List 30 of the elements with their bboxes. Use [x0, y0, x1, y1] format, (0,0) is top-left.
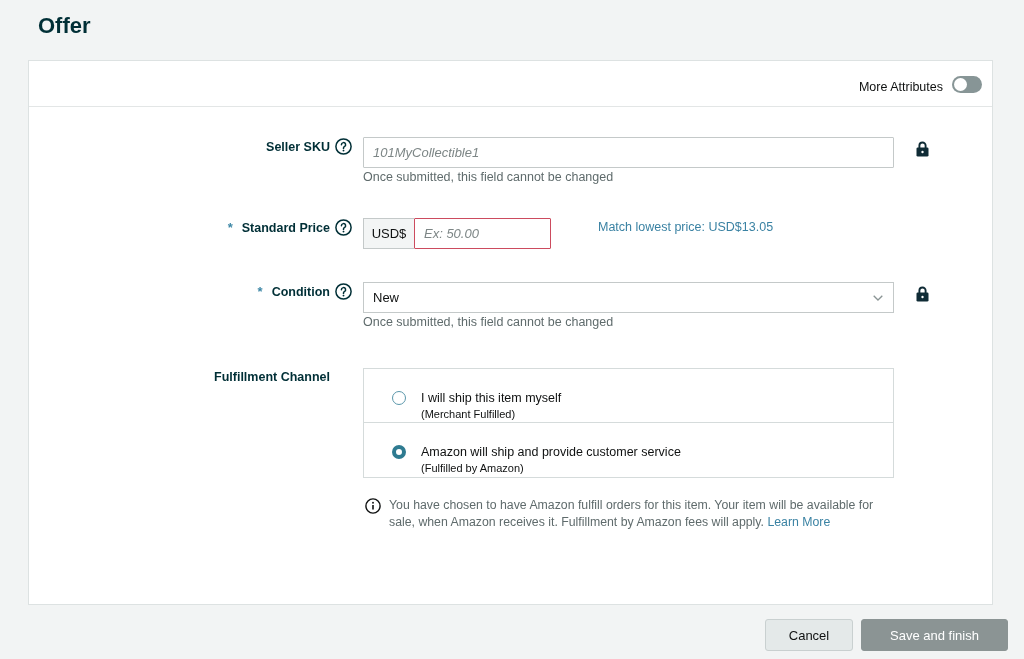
field-note: Once submitted, this field cannot be changed — [363, 169, 614, 185]
info-icon — [365, 498, 381, 514]
currency-prefix: USD$ — [363, 218, 414, 249]
field-label: Condition — [271, 283, 330, 300]
more-attributes-toggle[interactable] — [952, 76, 982, 93]
toggle-label: More Attributes — [858, 79, 943, 94]
field-note: Once submitted, this field cannot be changed — [363, 314, 614, 330]
required-mark: * — [227, 220, 233, 235]
price-input[interactable]: Ex: 50.00 — [414, 218, 551, 249]
help-icon[interactable] — [335, 283, 352, 300]
field-label: Seller SKU — [266, 138, 330, 155]
help-icon[interactable] — [335, 138, 352, 155]
page-title: Offer — [38, 12, 91, 40]
option-label: I will ship this item myself — [421, 390, 562, 406]
radio-button[interactable] — [392, 391, 406, 405]
match-price-link[interactable]: Match lowest price: USD$13.05 — [598, 219, 774, 235]
option-sublabel: (Fulfilled by Amazon) — [421, 461, 524, 476]
help-icon[interactable] — [335, 219, 352, 236]
field-label: Standard Price — [241, 219, 330, 236]
option-label: Amazon will ship and provide customer service — [421, 444, 681, 460]
chevron-icon — [873, 294, 883, 301]
cancel-button[interactable]: Cancel — [765, 619, 853, 651]
learn-more-link[interactable]: Learn More — [767, 515, 831, 529]
option-sublabel: (Merchant Fulfilled) — [421, 407, 516, 422]
field-label: Fulfillment Channel — [214, 369, 330, 385]
radio-button[interactable] — [392, 445, 406, 459]
info-text: You have chosen to have Amazon fulfill orders for this item. Your item will be available for sale, when Amazon receives it. Fulfillment by Amazon fees will apply. Learn More — [389, 497, 875, 531]
condition-select[interactable]: New — [363, 282, 894, 313]
text-input[interactable]: 101MyCollectible1 — [363, 137, 894, 168]
required-mark: * — [257, 284, 263, 299]
